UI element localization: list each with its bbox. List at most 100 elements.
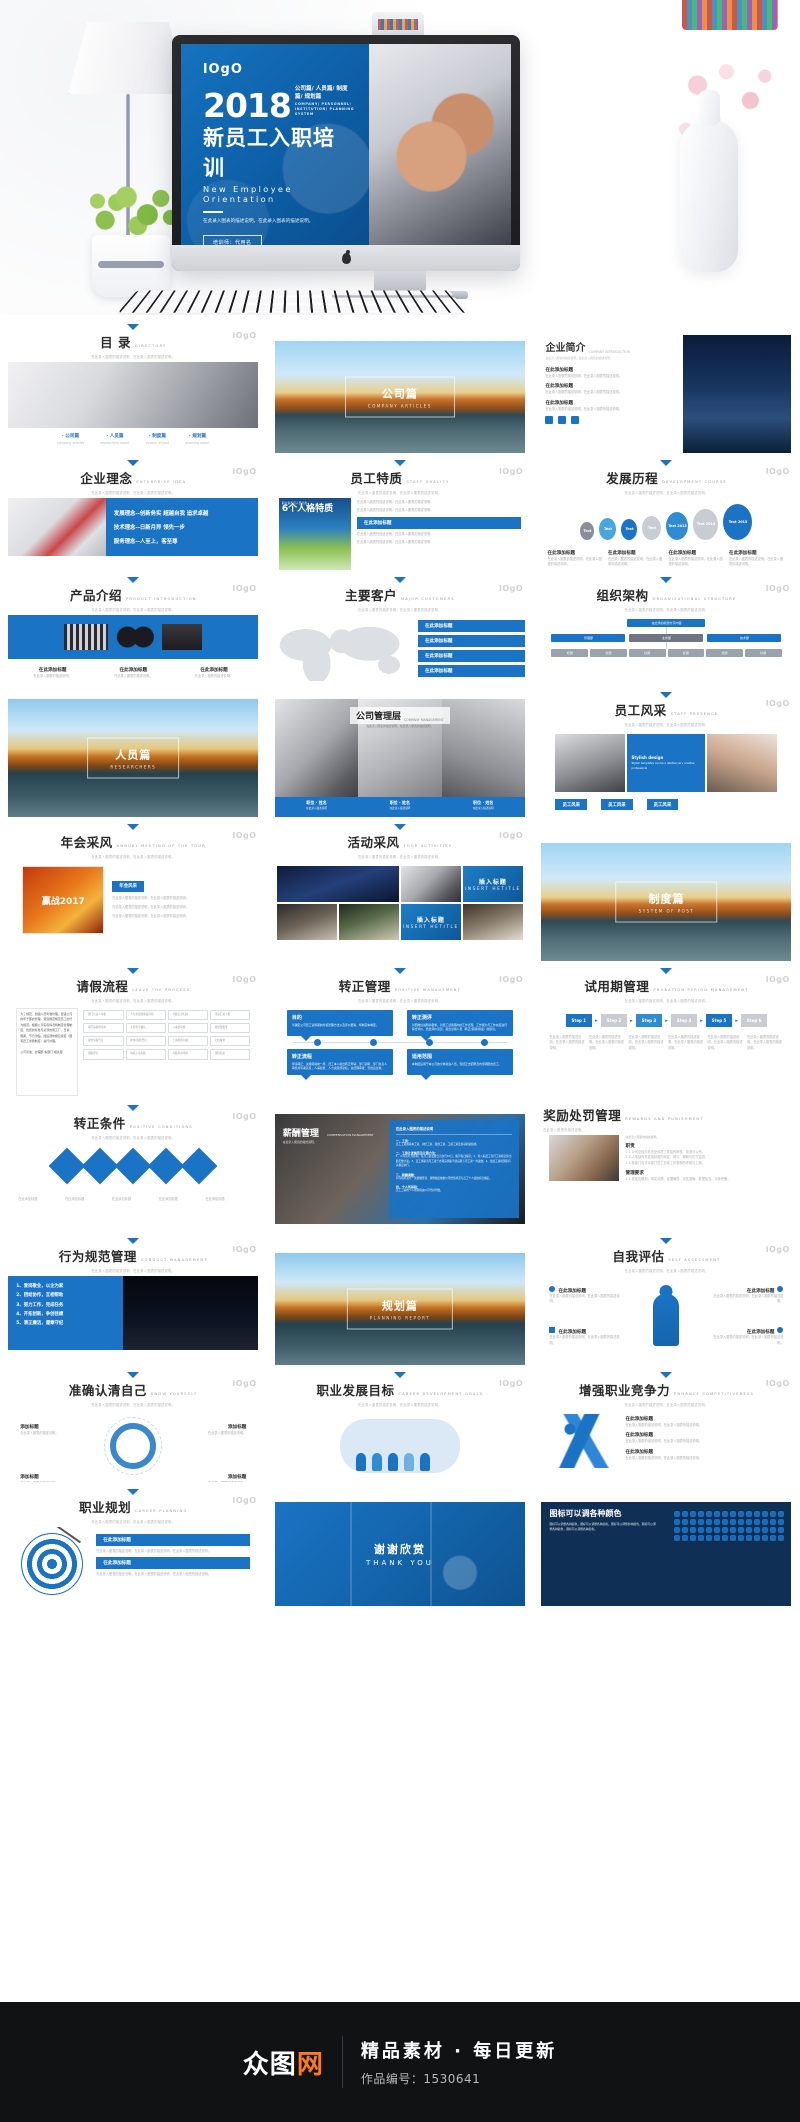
step-chip[interactable]: Step 6 bbox=[740, 1014, 768, 1027]
slide-cell[interactable]: 转正管理 POSITIVE MANAGEMENT 在此录入图表的描述说明，在此录… bbox=[267, 963, 534, 1100]
slide-cell[interactable]: 转正条件 POSITIVE CONDITIONS 在此录入图表的描述说明，在此录… bbox=[0, 1100, 267, 1233]
directory-item[interactable]: · 公司篇 company articles bbox=[57, 433, 84, 446]
tour-insert-tile[interactable]: 插入标题 INSERT HETITLE bbox=[462, 866, 523, 902]
add-title-button[interactable]: 在此添加标题 bbox=[356, 516, 521, 529]
icon-tile[interactable] bbox=[674, 1511, 681, 1517]
icon-tile[interactable] bbox=[714, 1535, 721, 1541]
icon-tile[interactable] bbox=[746, 1511, 753, 1517]
icon-tile[interactable] bbox=[706, 1527, 713, 1533]
slide-cell[interactable]: 公司篇 COMPANY ARTICLES bbox=[267, 319, 534, 455]
icon-tile[interactable] bbox=[754, 1527, 761, 1533]
icon-tile[interactable] bbox=[770, 1511, 777, 1517]
slide-cell[interactable]: 行为规范管理 CONDUCT MANAGEMENT 在此录入图表的描述说明，在此… bbox=[0, 1233, 267, 1367]
slide-cell[interactable]: 自我评估 SELF ASSESSMENT 在此录入图表的描述说明，在此录入图表的… bbox=[533, 1233, 800, 1367]
presence-tag[interactable]: 员工风采 bbox=[601, 799, 633, 810]
slide-cell[interactable]: 年会采风 ANNUAL MEETING OF THE TOUR 在此录入图表的描… bbox=[0, 819, 267, 963]
icon-tile[interactable] bbox=[762, 1527, 769, 1533]
icon-tile[interactable] bbox=[682, 1527, 689, 1533]
slide-cell[interactable]: 增强职业竞争力 ENHANCE COMPETITIVENESS 在此录入图表的描… bbox=[533, 1367, 800, 1484]
icon-tile[interactable] bbox=[738, 1519, 745, 1525]
slide-cell[interactable]: 请假流程 LEAVE THE PROCESS 在此录入图表的描述说明，在此录入图… bbox=[0, 963, 267, 1100]
slide-cell[interactable]: 产品介绍 PRODUCT INTRODUCTION 在此录入图表的描述说明，在此… bbox=[0, 572, 267, 687]
icon-tile[interactable] bbox=[722, 1535, 729, 1541]
icon-tile[interactable] bbox=[730, 1535, 737, 1541]
slide-cell[interactable]: 活动采风 TOUR ACTIVITIES 在此录入图表的描述说明，在此录入图表的… bbox=[267, 819, 534, 963]
slide-cell[interactable]: 主要客户 MAJOR CUSTOMERS 在此录入图表的描述说明，在此录入图表的… bbox=[267, 572, 534, 687]
slide-cell[interactable]: 职业规划 CAREER PLANNING 在此录入图表的描述说明，在此录入图表的… bbox=[0, 1484, 267, 1613]
icon-tile[interactable] bbox=[706, 1519, 713, 1525]
step-chip[interactable]: Step 4 bbox=[670, 1014, 698, 1027]
slide-cell[interactable]: 公司管理层 COMPANY MANAGEMENT 在此录入图表的描述说明，在此录… bbox=[267, 687, 534, 819]
icon-tile[interactable] bbox=[778, 1511, 785, 1517]
slide-cell[interactable]: 图标可以调各种颜色 图标可以调整各种颜色，图标可以调整各种颜色，图标可以调整各种… bbox=[533, 1484, 800, 1613]
icon-tile[interactable] bbox=[778, 1535, 785, 1541]
icon-tile[interactable] bbox=[738, 1527, 745, 1533]
slide-cell[interactable]: 制度篇 SYSTEM OF POST bbox=[533, 819, 800, 963]
slide-cell[interactable]: 发展历程 DEVELOPMENT COURSE 在此录入图表的描述说明，在此录入… bbox=[533, 455, 800, 572]
plan-block-title[interactable]: 在此添加标题 bbox=[96, 1534, 251, 1546]
icon-tile[interactable] bbox=[690, 1535, 697, 1541]
icon-tile[interactable] bbox=[698, 1527, 705, 1533]
icon-tile[interactable] bbox=[778, 1519, 785, 1525]
slide-cell[interactable]: 准确认清自己 KNOW YOURSELF 在此录入图表的描述说明，在此录入图表的… bbox=[0, 1367, 267, 1484]
slide-cell[interactable]: 企业理念 ENTERPRISE IDEA 在此录入图表的描述说明，在此录入图表的… bbox=[0, 455, 267, 572]
presence-tag[interactable]: 员工风采 bbox=[555, 799, 588, 810]
icon-tile[interactable] bbox=[738, 1511, 745, 1517]
slide-cell[interactable]: 目 录 DIRECTORY 在此录入图表的描述说明，在此录入图表的描述说明。 l… bbox=[0, 319, 267, 455]
icon-tile[interactable] bbox=[706, 1535, 713, 1541]
icon-tile[interactable] bbox=[674, 1527, 681, 1533]
icon-tile[interactable] bbox=[674, 1519, 681, 1525]
icon-tile[interactable] bbox=[762, 1519, 769, 1525]
directory-item[interactable]: · 规划篇 planning report bbox=[185, 433, 210, 446]
icon-tile[interactable] bbox=[690, 1511, 697, 1517]
icon-tile[interactable] bbox=[738, 1535, 745, 1541]
annual-tag[interactable]: 年会风采 bbox=[112, 880, 144, 892]
customer-card[interactable]: 在此添加标题 bbox=[417, 635, 525, 647]
slide-cell[interactable]: 试用期管理 PROBATION PERIOD MANAGEMENT 在此录入图表… bbox=[533, 963, 800, 1100]
slide-cell[interactable]: 企业简介 COMPANY INTRODUCTION 在此录入图表的描述说明，在此… bbox=[533, 319, 800, 455]
directory-item[interactable]: · 人员篇 researchers report bbox=[100, 433, 129, 446]
icon-tile[interactable] bbox=[746, 1519, 753, 1525]
icon-tile[interactable] bbox=[722, 1527, 729, 1533]
icon-tile[interactable] bbox=[698, 1519, 705, 1525]
directory-item[interactable]: · 制度篇 system of post bbox=[146, 433, 170, 446]
icon-tile[interactable] bbox=[682, 1511, 689, 1517]
slide-cell[interactable]: 薪酬管理 COMPENSATION MANAGEMENT 在此录入图表的描述说明… bbox=[267, 1100, 534, 1233]
icon-tile[interactable] bbox=[770, 1519, 777, 1525]
icon-tile[interactable] bbox=[714, 1527, 721, 1533]
slide-cell[interactable]: 人员篇 RESEARCHERS bbox=[0, 687, 267, 819]
icon-tile[interactable] bbox=[778, 1527, 785, 1533]
icon-tile[interactable] bbox=[770, 1535, 777, 1541]
icon-tile[interactable] bbox=[682, 1519, 689, 1525]
icon-tile[interactable] bbox=[674, 1535, 681, 1541]
slide-cell[interactable]: 员工特质 STAFF QUALITY 在此录入图表的描述说明，在此录入图表的描述… bbox=[267, 455, 534, 572]
slide-cell[interactable]: 谢谢欣赏 THANK YOU bbox=[267, 1484, 534, 1613]
customer-card[interactable]: 在此添加标题 bbox=[417, 665, 525, 677]
slide-cell[interactable]: 组织架构 ORGANIZATIONAL STRUCTURE 在此录入图表的描述说… bbox=[533, 572, 800, 687]
slide-cell[interactable]: 员工风采 STAFF PRESENCE 在此录入图表的描述说明，在此录入图表的描… bbox=[533, 687, 800, 819]
icon-tile[interactable] bbox=[762, 1511, 769, 1517]
plan-block-title[interactable]: 在此添加标题 bbox=[96, 1557, 251, 1570]
icon-tile[interactable] bbox=[754, 1511, 761, 1517]
icon-tile[interactable] bbox=[754, 1519, 761, 1525]
icon-tile[interactable] bbox=[746, 1535, 753, 1541]
slide-cell[interactable]: 奖励处罚管理 REWARDS AND PUNISHMENT 在此录入图表的描述说… bbox=[533, 1100, 800, 1233]
icon-tile[interactable] bbox=[690, 1527, 697, 1533]
icon-tile[interactable] bbox=[762, 1535, 769, 1541]
icon-tile[interactable] bbox=[730, 1511, 737, 1517]
tour-insert-tile[interactable]: 插入标题 INSERT HETITLE bbox=[400, 904, 461, 940]
icon-tile[interactable] bbox=[714, 1519, 721, 1525]
icon-tile[interactable] bbox=[714, 1511, 721, 1517]
icon-tile[interactable] bbox=[722, 1519, 729, 1525]
icon-tile[interactable] bbox=[706, 1511, 713, 1517]
customer-card[interactable]: 在此添加标题 bbox=[417, 620, 525, 632]
icon-tile[interactable] bbox=[730, 1527, 737, 1533]
step-chip[interactable]: Step 2 bbox=[600, 1014, 628, 1027]
icon-tile[interactable] bbox=[698, 1535, 705, 1541]
slide-cell[interactable]: 规划篇 PLANNING REPORT bbox=[267, 1233, 534, 1367]
presence-tag[interactable]: 员工风采 bbox=[646, 799, 679, 810]
icon-tile[interactable] bbox=[754, 1535, 761, 1541]
icon-tile[interactable] bbox=[770, 1527, 777, 1533]
icon-tile[interactable] bbox=[698, 1511, 705, 1517]
icon-tile[interactable] bbox=[682, 1535, 689, 1541]
